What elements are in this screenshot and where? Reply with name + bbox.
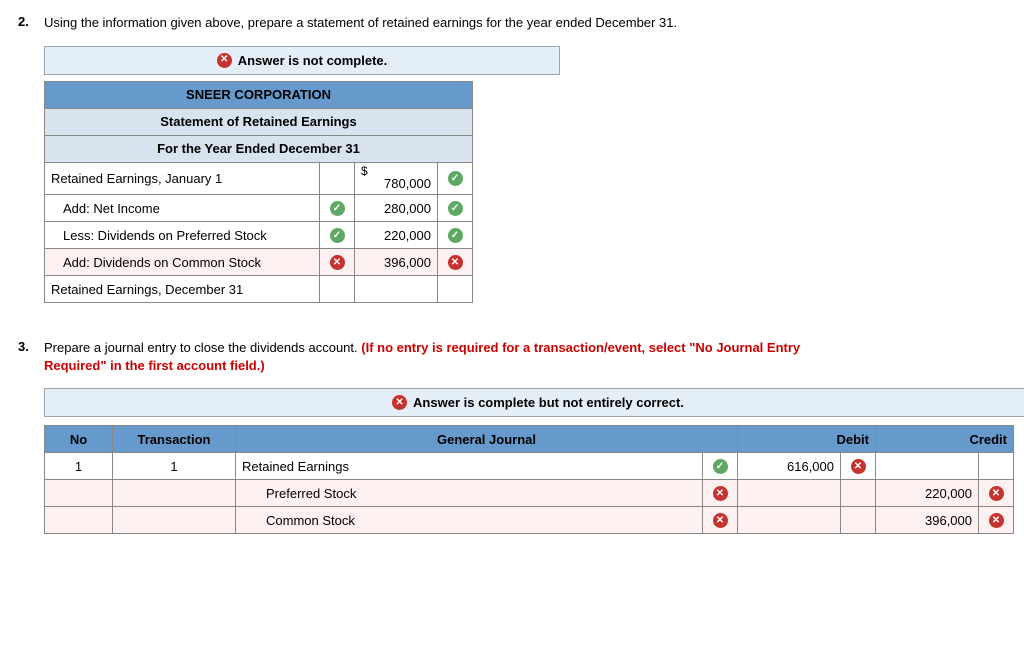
check-icon: ✓ bbox=[448, 228, 463, 243]
q3-row-credit-status: ✕ bbox=[979, 507, 1014, 534]
q2-row-value[interactable]: 280,000 bbox=[355, 195, 438, 222]
x-icon: ✕ bbox=[989, 513, 1004, 528]
q2-row-label-status: ✓ bbox=[320, 195, 355, 222]
check-icon: ✓ bbox=[448, 171, 463, 186]
q2-row-label-status bbox=[320, 276, 355, 303]
q2-row-label-status: ✓ bbox=[320, 222, 355, 249]
q2-row-label[interactable]: Less: Dividends on Preferred Stock bbox=[45, 222, 320, 249]
q3-row-transaction: 1 bbox=[113, 453, 236, 480]
check-icon: ✓ bbox=[330, 201, 345, 216]
q3-row-no bbox=[45, 507, 113, 534]
q2-row-value[interactable]: $780,000 bbox=[355, 162, 438, 195]
q3-row-debit-status bbox=[841, 480, 876, 507]
q3-row-credit-status: ✕ bbox=[979, 480, 1014, 507]
x-icon: ✕ bbox=[851, 459, 866, 474]
q2-row-value[interactable] bbox=[355, 276, 438, 303]
x-icon: ✕ bbox=[989, 486, 1004, 501]
q3-row-debit-status bbox=[841, 507, 876, 534]
q3-row-credit-status bbox=[979, 453, 1014, 480]
q3-row-account-status: ✕ bbox=[703, 507, 738, 534]
x-icon: ✕ bbox=[448, 255, 463, 270]
q3-row-credit[interactable]: 396,000 bbox=[876, 507, 979, 534]
q3-row-debit-status: ✕ bbox=[841, 453, 876, 480]
q3-row-transaction bbox=[113, 507, 236, 534]
q3-row-debit[interactable]: 616,000 bbox=[738, 453, 841, 480]
q3-row-credit[interactable] bbox=[876, 453, 979, 480]
q3-status-banner: ✕ Answer is complete but not entirely co… bbox=[44, 388, 1024, 417]
q2-header3: For the Year Ended December 31 bbox=[45, 135, 473, 162]
x-icon: ✕ bbox=[392, 395, 407, 410]
q3-row-account-status: ✕ bbox=[703, 480, 738, 507]
q3-row-debit[interactable] bbox=[738, 480, 841, 507]
q2-row-value-status: ✓ bbox=[438, 195, 473, 222]
q2-row-value-status: ✓ bbox=[438, 222, 473, 249]
q3-row-credit[interactable]: 220,000 bbox=[876, 480, 979, 507]
col-general-journal: General Journal bbox=[236, 426, 738, 453]
q3-row-account[interactable]: Common Stock bbox=[236, 507, 703, 534]
check-icon: ✓ bbox=[713, 459, 728, 474]
col-credit: Credit bbox=[876, 426, 1014, 453]
q2-row-value-status: ✓ bbox=[438, 162, 473, 195]
q2-row-label[interactable]: Retained Earnings, December 31 bbox=[45, 276, 320, 303]
q3-row-no: 1 bbox=[45, 453, 113, 480]
q2-row-label[interactable]: Retained Earnings, January 1 bbox=[45, 162, 320, 195]
col-debit: Debit bbox=[738, 426, 876, 453]
q2-row-label-status bbox=[320, 162, 355, 195]
q2-header2: Statement of Retained Earnings bbox=[45, 108, 473, 135]
q2-row-label[interactable]: Add: Net Income bbox=[45, 195, 320, 222]
q2-row-value-status bbox=[438, 276, 473, 303]
q3-banner-text: Answer is complete but not entirely corr… bbox=[413, 395, 684, 410]
q2-row-value[interactable]: 220,000 bbox=[355, 222, 438, 249]
check-icon: ✓ bbox=[448, 201, 463, 216]
q3-row-debit[interactable] bbox=[738, 507, 841, 534]
q3-row-no bbox=[45, 480, 113, 507]
col-transaction: Transaction bbox=[113, 426, 236, 453]
retained-earnings-table: SNEER CORPORATION Statement of Retained … bbox=[44, 81, 473, 304]
check-icon: ✓ bbox=[330, 228, 345, 243]
q3-row-account[interactable]: Retained Earnings bbox=[236, 453, 703, 480]
q2-status-banner: ✕ Answer is not complete. bbox=[44, 46, 560, 75]
q3-row-transaction bbox=[113, 480, 236, 507]
q2-row-value[interactable]: 396,000 bbox=[355, 249, 438, 276]
x-icon: ✕ bbox=[217, 53, 232, 68]
q3-text: Prepare a journal entry to close the div… bbox=[44, 339, 864, 374]
x-icon: ✕ bbox=[330, 255, 345, 270]
q2-row-value-status: ✕ bbox=[438, 249, 473, 276]
q2-banner-text: Answer is not complete. bbox=[238, 53, 388, 68]
q2-row-label[interactable]: Add: Dividends on Common Stock bbox=[45, 249, 320, 276]
q2-header1: SNEER CORPORATION bbox=[45, 81, 473, 108]
q2-number: 2. bbox=[18, 14, 44, 32]
q2-row-label-status: ✕ bbox=[320, 249, 355, 276]
col-no: No bbox=[45, 426, 113, 453]
journal-entry-table: No Transaction General Journal Debit Cre… bbox=[44, 425, 1014, 534]
q3-row-account[interactable]: Preferred Stock bbox=[236, 480, 703, 507]
x-icon: ✕ bbox=[713, 486, 728, 501]
q3-text-plain: Prepare a journal entry to close the div… bbox=[44, 340, 361, 355]
q2-text: Using the information given above, prepa… bbox=[44, 14, 677, 32]
q3-number: 3. bbox=[18, 339, 44, 374]
q3-row-account-status: ✓ bbox=[703, 453, 738, 480]
x-icon: ✕ bbox=[713, 513, 728, 528]
